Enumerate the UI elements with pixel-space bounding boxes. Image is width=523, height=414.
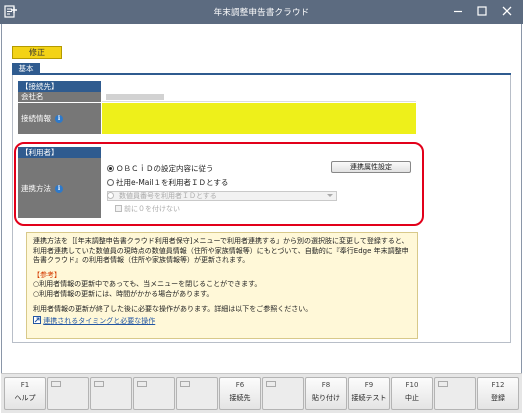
user-section-header: 【利用者】 xyxy=(18,147,101,158)
connection-info-text: 接続情報 i xyxy=(21,113,63,124)
employee-number-select-value: 数値員番号を利用者ＩＤとする xyxy=(119,192,217,200)
edit-button[interactable]: 修正 xyxy=(12,46,62,59)
note-reference-item-2: ○利用者情報の更新には、時間がかかる場合があります。 xyxy=(33,289,214,298)
fkey-f9-key: F9 xyxy=(364,381,374,389)
info-icon[interactable]: i xyxy=(55,185,63,193)
connection-section-header: 【接続先】 xyxy=(18,81,101,92)
blank-key-icon xyxy=(94,381,104,387)
no-leading-zero-checkbox[interactable]: 前に０を付けない xyxy=(115,204,180,214)
function-key-bar: F1 ヘルプ F6 接続先 F8 貼り付け F9 接続テスト F10 中止 F12 登録 xyxy=(1,373,522,413)
fkey-f6-connection[interactable]: F6 接続先 xyxy=(219,377,261,410)
blank-key-icon xyxy=(266,381,276,387)
radio-icon[interactable] xyxy=(107,192,114,199)
company-name-label: 会社名 xyxy=(18,92,101,102)
fkey-empty[interactable] xyxy=(90,377,132,410)
blank-key-icon xyxy=(137,381,147,387)
fkey-empty[interactable] xyxy=(262,377,304,410)
fkey-f6-label: 接続先 xyxy=(229,394,251,402)
fkey-f1-key: F1 xyxy=(20,381,30,389)
radio-icon[interactable] xyxy=(107,179,114,186)
employee-number-select[interactable]: 数値員番号を利用者ＩＤとする xyxy=(107,191,337,201)
fkey-f6-key: F6 xyxy=(235,381,245,389)
info-note: 連携方法を［[年末調整申告書クラウド利用者保守]メニューで利用者連携する」から別… xyxy=(26,232,418,339)
fkey-f8-key: F8 xyxy=(321,381,331,389)
title-bar: 年末調整申告書クラウド xyxy=(0,0,523,24)
connection-info-label: 接続情報 i xyxy=(18,103,101,134)
radio-employee-number[interactable] xyxy=(107,191,116,200)
note-reference-item-1: ○利用者情報の更新中であっても、当メニューを閉じることができます。 xyxy=(33,280,262,288)
fkey-f9-connection-test[interactable]: F9 接続テスト xyxy=(348,377,390,410)
timing-help-link[interactable]: 連携されるタイミングと必要な操作 xyxy=(43,317,155,325)
link-method-label-text: 連携方法 xyxy=(21,184,51,193)
fkey-f12-label: 登録 xyxy=(491,394,505,402)
note-paragraph-1: 連携方法を［[年末調整申告書クラウド利用者保守]メニューで利用者連携する」から別… xyxy=(33,237,409,264)
company-name-field xyxy=(102,92,416,102)
link-method-text: 連携方法 i xyxy=(21,183,63,194)
fkey-f1-help[interactable]: F1 ヘルプ xyxy=(4,377,46,410)
radio-obcid-label: ＯＢＣｉＤの設定内容に従う xyxy=(116,164,214,173)
blank-key-icon xyxy=(51,381,61,387)
checkbox-icon[interactable] xyxy=(115,205,122,212)
fkey-f8-paste[interactable]: F8 貼り付け xyxy=(305,377,347,410)
fkey-f1-label: ヘルプ xyxy=(14,394,36,402)
fkey-f10-label: 中止 xyxy=(405,394,419,402)
fkey-f12-key: F12 xyxy=(491,381,505,389)
fkey-f10-key: F10 xyxy=(405,381,419,389)
window-title: 年末調整申告書クラウド xyxy=(213,8,310,18)
link-method-label: 連携方法 i xyxy=(18,158,101,218)
fkey-empty[interactable] xyxy=(47,377,89,410)
blank-key-icon xyxy=(180,381,190,387)
connection-info-label-text: 接続情報 xyxy=(21,114,51,123)
radio-email[interactable]: 社用e-Mail１を利用者ＩＤとする xyxy=(107,177,228,188)
connection-info-field[interactable] xyxy=(102,103,416,134)
radio-selected-icon[interactable] xyxy=(107,165,114,172)
link-attribute-settings-button[interactable]: 連携属性設定 xyxy=(331,161,411,173)
fkey-f10-cancel[interactable]: F10 中止 xyxy=(391,377,433,410)
close-icon[interactable] xyxy=(499,3,515,19)
info-icon[interactable]: i xyxy=(55,115,63,123)
fkey-empty[interactable] xyxy=(133,377,175,410)
link-icon xyxy=(33,315,41,324)
note-reference-title: 【参考】 xyxy=(33,270,61,279)
no-leading-zero-label: 前に０を付けない xyxy=(124,205,180,213)
fkey-f8-label: 貼り付け xyxy=(312,394,340,402)
fkey-empty[interactable] xyxy=(176,377,218,410)
company-name-redacted xyxy=(106,94,164,100)
blank-key-icon xyxy=(438,381,448,387)
fkey-f12-register[interactable]: F12 登録 xyxy=(477,377,519,410)
note-paragraph-2: 利用者情報の更新が終了した後に必要な操作があります。詳細は以下をご参照ください。 xyxy=(33,305,313,313)
radio-obcid[interactable]: ＯＢＣｉＤの設定内容に従う xyxy=(107,163,214,174)
radio-email-label: 社用e-Mail１を利用者ＩＤとする xyxy=(116,178,229,187)
fkey-empty[interactable] xyxy=(434,377,476,410)
fkey-f9-label: 接続テスト xyxy=(351,394,387,402)
chevron-down-icon xyxy=(327,194,333,197)
minimize-icon[interactable] xyxy=(450,3,466,19)
maximize-icon[interactable] xyxy=(474,3,490,19)
